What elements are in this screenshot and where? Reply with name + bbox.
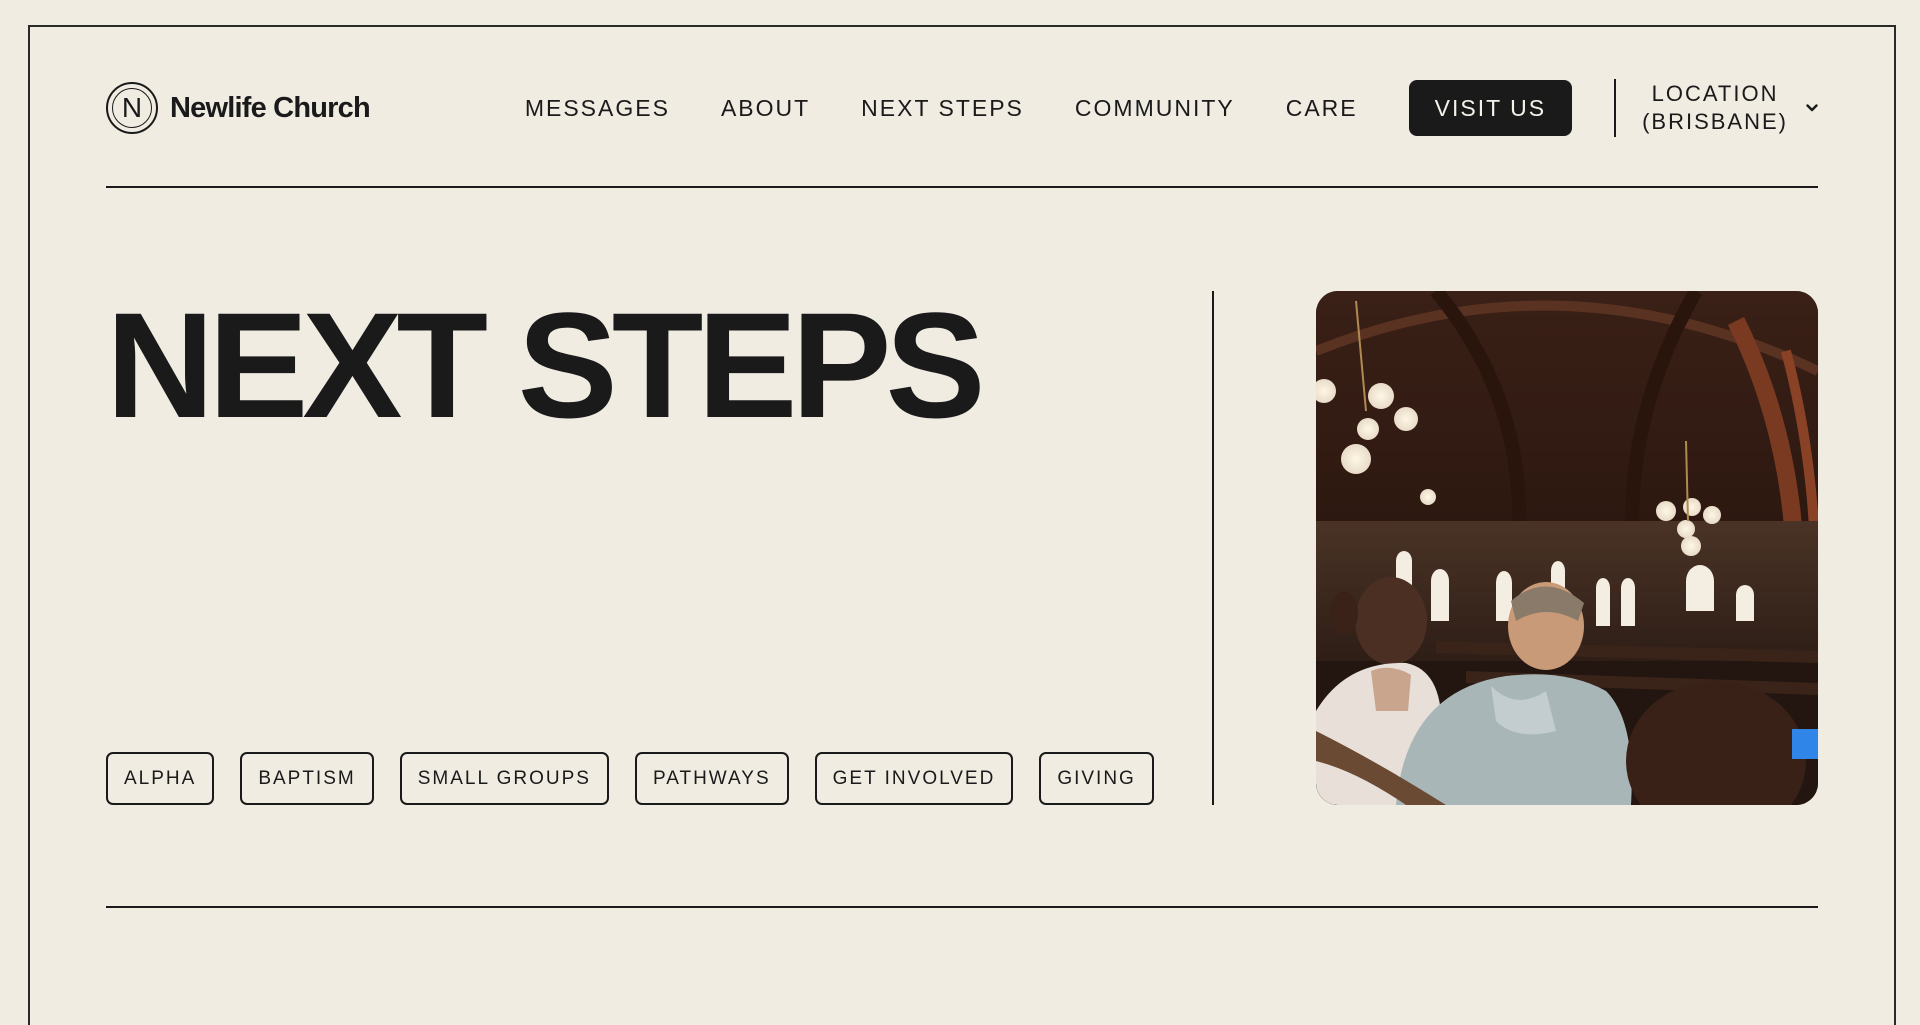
logo-text: Newlife Church — [170, 91, 371, 124]
tag-alpha[interactable]: ALPHA — [106, 752, 215, 805]
site-header: N Newlife Church MESSAGES ABOUT NEXT STE… — [106, 70, 1818, 146]
visit-us-button[interactable]: VISIT US — [1408, 80, 1573, 136]
nav-item-messages[interactable]: MESSAGES — [525, 95, 670, 122]
location-label: LOCATION (BRISBANE) — [1642, 80, 1788, 136]
tag-baptism[interactable]: BAPTISM — [240, 752, 374, 805]
location-line-2: (BRISBANE) — [1642, 109, 1788, 134]
nav-item-about[interactable]: ABOUT — [721, 95, 810, 122]
tag-get-involved[interactable]: GET INVOLVED — [814, 752, 1014, 805]
location-line-1: LOCATION — [1651, 81, 1779, 106]
church-interior-photo — [1316, 291, 1818, 805]
header-divider — [106, 186, 1818, 188]
tag-small-groups[interactable]: SMALL GROUPS — [399, 752, 609, 805]
hero-vertical-divider — [1212, 291, 1214, 805]
tag-giving[interactable]: GIVING — [1039, 752, 1154, 805]
location-selector[interactable]: LOCATION (BRISBANE) — [1642, 80, 1818, 136]
logo[interactable]: N Newlife Church — [106, 82, 371, 134]
tag-pathways[interactable]: PATHWAYS — [634, 752, 789, 805]
page-title: NEXT STEPS — [106, 281, 986, 449]
nav-item-next-steps[interactable]: NEXT STEPS — [861, 95, 1024, 122]
main-nav: MESSAGES ABOUT NEXT STEPS COMMUNITY CARE… — [525, 79, 1818, 137]
next-steps-tags: ALPHA BAPTISM SMALL GROUPS PATHWAYS GET … — [106, 752, 1154, 805]
section-divider — [106, 906, 1818, 908]
photo-illustration — [1316, 291, 1818, 805]
nav-item-care[interactable]: CARE — [1286, 95, 1358, 122]
nav-item-community[interactable]: COMMUNITY — [1075, 95, 1235, 122]
nav-divider — [1614, 79, 1617, 137]
logo-letter: N — [121, 92, 143, 123]
chevron-down-icon — [1806, 104, 1818, 112]
logo-mark-icon: N — [106, 82, 158, 134]
